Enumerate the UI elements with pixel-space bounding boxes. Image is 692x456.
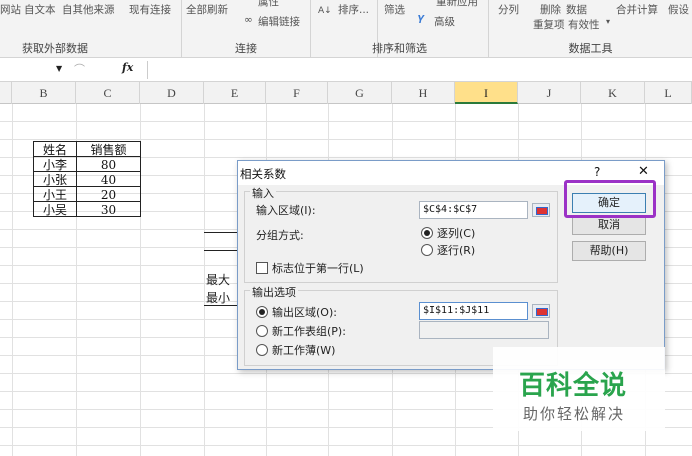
highlight-box: [564, 180, 656, 218]
cancel-formula-icon[interactable]: ⌒: [74, 61, 85, 77]
filter-button[interactable]: 筛选: [384, 2, 405, 17]
watermark-subtitle: 助你轻松解决: [523, 405, 626, 423]
from-other-sources-button[interactable]: 自其他来源: [62, 2, 115, 17]
text-to-columns-button[interactable]: 分列: [498, 2, 519, 17]
table-cell[interactable]: 20: [76, 186, 141, 202]
formula-input[interactable]: [152, 60, 692, 80]
column-header-d[interactable]: D: [140, 82, 204, 104]
by-row-label[interactable]: 逐行(R): [437, 242, 475, 258]
output-range-label[interactable]: 输出区域(O):: [272, 304, 337, 320]
new-sheet-radio[interactable]: [256, 325, 268, 337]
column-headers: B C D E F G H I J K L: [0, 82, 692, 104]
table-cell[interactable]: 80: [76, 156, 141, 172]
by-column-radio[interactable]: [421, 227, 433, 239]
whatif-button[interactable]: 假设: [668, 2, 689, 17]
output-section-title: 输出选项: [250, 284, 298, 300]
labels-first-row-checkbox[interactable]: [256, 262, 268, 274]
output-range-field[interactable]: $I$11:$J$11: [419, 302, 528, 320]
watermark-title: 百科全说: [519, 371, 628, 401]
formula-controls: ⌒ fx: [72, 61, 148, 79]
group-sort-filter: 排序和筛选: [372, 42, 427, 55]
dialog-title: 相关系数: [240, 167, 286, 181]
refresh-all-button[interactable]: 全部刷新: [186, 2, 228, 17]
advanced-button[interactable]: 高级: [434, 14, 455, 29]
table-cell[interactable]: 小张: [33, 171, 77, 187]
close-icon[interactable]: ✕: [638, 164, 649, 179]
input-section-title: 输入: [250, 185, 276, 201]
input-range-field[interactable]: $C$4:$C$7: [419, 201, 528, 219]
max-label[interactable]: 最大: [206, 271, 230, 288]
column-header-k[interactable]: K: [581, 82, 645, 104]
remove-duplicates-label-2: 重复项: [533, 19, 565, 31]
range-picker-icon[interactable]: [532, 203, 550, 217]
existing-connections-button[interactable]: 现有连接: [129, 2, 171, 17]
column-header-h[interactable]: H: [392, 82, 455, 104]
new-workbook-radio[interactable]: [256, 344, 268, 356]
group-connections: 连接: [235, 42, 257, 55]
grouping-label: 分组方式:: [256, 229, 304, 242]
from-text-button[interactable]: 自文本: [24, 2, 56, 17]
column-header-b[interactable]: B: [12, 82, 76, 104]
column-header-e[interactable]: E: [204, 82, 266, 104]
watermark: 百科全说 助你轻松解决: [493, 347, 665, 431]
column-header-l[interactable]: L: [645, 82, 692, 104]
group-data-tools: 数据工具: [568, 42, 613, 55]
column-header-g[interactable]: G: [328, 82, 392, 104]
insert-function-icon[interactable]: fx: [122, 61, 133, 74]
chevron-down-icon[interactable]: ▾: [606, 17, 610, 26]
min-label[interactable]: 最小: [206, 289, 230, 306]
table-header-name[interactable]: 姓名: [33, 141, 77, 157]
sort-button[interactable]: 排序...: [338, 2, 369, 17]
table-border-line: [204, 232, 238, 233]
advanced-filter-icon: 𝒀: [418, 14, 425, 26]
chevron-down-icon[interactable]: ▼: [56, 64, 62, 73]
table-cell[interactable]: 小王: [33, 186, 77, 202]
new-sheet-label[interactable]: 新工作表组(P):: [272, 323, 346, 339]
column-header-i[interactable]: I: [455, 82, 518, 104]
table-cell[interactable]: 30: [76, 201, 141, 217]
table-header-sales[interactable]: 销售额: [76, 141, 141, 157]
reapply-button[interactable]: 重新应用: [436, 0, 478, 9]
by-row-radio[interactable]: [421, 244, 433, 256]
output-range-radio[interactable]: [256, 306, 268, 318]
table-cell[interactable]: 小吴: [33, 201, 77, 217]
name-box[interactable]: ▼: [0, 60, 68, 80]
input-range-label: 输入区域(I):: [256, 204, 316, 217]
formula-bar: ▼ ⌒ fx: [0, 58, 692, 82]
column-header-j[interactable]: J: [518, 82, 581, 104]
labels-first-row-label[interactable]: 标志位于第一行(L): [272, 260, 364, 276]
table-cell[interactable]: 40: [76, 171, 141, 187]
data-validation-button[interactable]: 数据: [566, 2, 587, 17]
range-picker-icon[interactable]: [532, 304, 550, 318]
table-cell[interactable]: 小李: [33, 156, 77, 172]
column-header-c[interactable]: C: [76, 82, 140, 104]
new-workbook-label[interactable]: 新工作薄(W): [272, 342, 335, 358]
table-border-line: [204, 305, 238, 306]
consolidate-button[interactable]: 合并计算: [616, 2, 658, 17]
edit-links-button[interactable]: 编辑链接: [258, 14, 300, 29]
cancel-button[interactable]: 取消: [572, 215, 646, 235]
remove-duplicates-button[interactable]: 删除: [540, 2, 561, 17]
sort-az-icon[interactable]: A↓: [318, 6, 332, 16]
column-header-partial[interactable]: [0, 82, 12, 104]
new-sheet-field[interactable]: [419, 321, 549, 339]
ribbon: 网站 自文本 自其他来源 现有连接 全部刷新 属性 ∞ 编辑链接 A↓ 排序..…: [0, 0, 692, 58]
from-web-button[interactable]: 网站: [0, 2, 21, 17]
properties-button[interactable]: 属性: [258, 0, 279, 9]
link-icon: ∞: [244, 14, 253, 26]
table-border-line: [204, 250, 238, 251]
group-get-external-data: 获取外部数据: [22, 42, 88, 55]
by-column-label[interactable]: 逐列(C): [437, 225, 475, 241]
data-validation-label-2: 有效性: [568, 19, 600, 31]
help-button[interactable]: 帮助(H): [572, 241, 646, 261]
help-icon[interactable]: ?: [594, 165, 600, 179]
column-header-f[interactable]: F: [266, 82, 328, 104]
